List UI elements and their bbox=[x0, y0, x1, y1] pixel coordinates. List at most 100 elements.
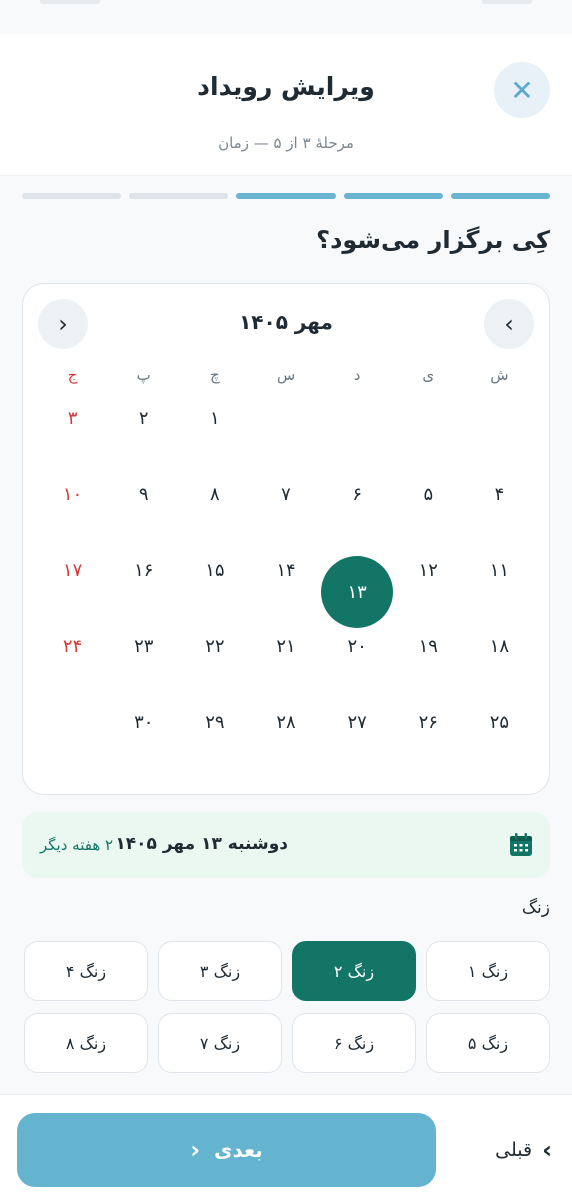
next-button[interactable]: بعدی ‹ bbox=[17, 1113, 436, 1187]
progress-segment bbox=[343, 193, 443, 199]
period-option[interactable]: زنگ ۷ bbox=[158, 1013, 282, 1073]
period-option[interactable]: زنگ ۲ bbox=[292, 941, 416, 1001]
day-number: ۲۵ bbox=[489, 712, 510, 733]
relative-date-text: ۲ هفته دیگر bbox=[40, 836, 114, 854]
calendar-day[interactable]: ۸ bbox=[179, 476, 250, 552]
next-button-label: بعدی bbox=[214, 1138, 263, 1162]
period-option[interactable]: زنگ ۸ bbox=[24, 1013, 148, 1073]
weekday-label: د bbox=[353, 366, 361, 384]
calendar-day[interactable]: ۲۸ bbox=[250, 704, 321, 780]
calendar: › مهر ۱۴۰۵ ‹ شیدسچپج ۱ ۲ ۳ ۴ ۵ ۶ ۷ ۸ ۹ ۱۰ ۱۱ ۱۲ ۱۳ ۱۴… bbox=[22, 283, 550, 795]
previous-button-label: قبلی bbox=[495, 1139, 533, 1161]
day-number: ۱۱ bbox=[489, 560, 510, 581]
calendar-empty-cell bbox=[464, 400, 535, 476]
day-number: ۵ bbox=[423, 484, 434, 505]
weekday-label: ی bbox=[422, 366, 435, 384]
step-subtitle: مرحلهٔ ۳ از ۵ — زمان bbox=[218, 134, 354, 152]
day-number: ۲۴ bbox=[62, 636, 83, 657]
day-number: ۱۰ bbox=[62, 484, 83, 505]
period-option[interactable]: زنگ ۳ bbox=[158, 941, 282, 1001]
calendar-day[interactable]: ۱۶ bbox=[108, 552, 179, 628]
day-number: ۲۰ bbox=[347, 636, 367, 657]
calendar-empty-cell bbox=[250, 400, 321, 476]
weekday-header: شیدسچپج bbox=[37, 366, 535, 390]
period-option[interactable]: زنگ ۵ bbox=[426, 1013, 550, 1073]
progress-segment bbox=[450, 193, 550, 199]
calendar-day[interactable]: ۲۳ bbox=[108, 628, 179, 704]
calendar-day[interactable]: ۲۹ bbox=[179, 704, 250, 780]
calendar-day[interactable]: ۱۷ bbox=[37, 552, 108, 628]
calendar-day[interactable]: ۱۹ bbox=[393, 628, 464, 704]
day-number: ۸ bbox=[210, 484, 220, 505]
calendar-day[interactable]: ۱ bbox=[179, 400, 250, 476]
calendar-day[interactable]: ۲۷ bbox=[322, 704, 393, 780]
chevron-left-icon: ‹ bbox=[190, 1136, 201, 1164]
calendar-day[interactable]: ۲۵ bbox=[464, 704, 535, 780]
day-number: ۲۶ bbox=[418, 712, 438, 733]
calendar-day[interactable]: ۱۵ bbox=[179, 552, 250, 628]
calendar-day[interactable]: ۱۴ bbox=[250, 552, 321, 628]
weekday-label: پ bbox=[136, 366, 151, 384]
calendar-icon bbox=[510, 833, 532, 856]
selected-date-summary: دوشنبه ۱۳ مهر ۱۴۰۵ ۲ هفته دیگر bbox=[22, 812, 550, 878]
day-number: ۷ bbox=[281, 484, 291, 505]
calendar-day[interactable]: ۱۲ bbox=[393, 552, 464, 628]
calendar-day[interactable]: ۴ bbox=[464, 476, 535, 552]
day-number: ۲۲ bbox=[205, 636, 225, 657]
day-number: ۶ bbox=[352, 484, 362, 505]
calendar-empty-cell bbox=[322, 400, 393, 476]
chevron-right-icon: › bbox=[542, 1136, 552, 1164]
period-option[interactable]: زنگ ۱ bbox=[426, 941, 550, 1001]
calendar-day[interactable]: ۲۲ bbox=[179, 628, 250, 704]
day-number: ۱۳ bbox=[321, 556, 394, 628]
calendar-day[interactable]: ۵ bbox=[393, 476, 464, 552]
period-option[interactable]: زنگ ۴ bbox=[24, 941, 148, 1001]
day-number: ۴ bbox=[494, 484, 505, 505]
day-number: ۱۷ bbox=[62, 560, 83, 581]
period-options: زنگ ۱ زنگ ۲ زنگ ۳ زنگ ۴ زنگ ۵ زنگ ۶ زنگ ۷ زنگ ۸ bbox=[22, 941, 550, 1073]
day-number: ۱۸ bbox=[489, 636, 510, 657]
calendar-day[interactable]: ۲۱ bbox=[250, 628, 321, 704]
calendar-day[interactable]: ۷ bbox=[250, 476, 321, 552]
day-number: ۱ bbox=[210, 408, 220, 429]
selected-date-text: دوشنبه ۱۳ مهر ۱۴۰۵ bbox=[115, 834, 288, 854]
calendar-days-grid: ۱ ۲ ۳ ۴ ۵ ۶ ۷ ۸ ۹ ۱۰ ۱۱ ۱۲ ۱۳ ۱۴ ۱۵ ۱۶ ۱۷ ۱۸ ۱۹ ۲۰ ۲۱ ۲۲ ۲۳ ۲۴ ۲… bbox=[37, 400, 535, 780]
weekday-label: ش bbox=[490, 366, 509, 384]
day-number: ۲۸ bbox=[276, 712, 296, 733]
day-number: ۲۳ bbox=[134, 636, 154, 657]
calendar-day[interactable]: ۲ bbox=[108, 400, 179, 476]
status-bar-icons bbox=[40, 0, 532, 6]
day-number: ۱۲ bbox=[418, 560, 438, 581]
day-number: ۱۵ bbox=[205, 560, 225, 581]
calendar-day[interactable]: ۱۸ bbox=[464, 628, 535, 704]
status-bar bbox=[0, 0, 572, 34]
calendar-day[interactable]: ۲۰ bbox=[322, 628, 393, 704]
calendar-day-selected[interactable]: ۱۳ bbox=[321, 552, 394, 628]
day-number: ۱۴ bbox=[276, 560, 296, 581]
period-section-label: زنگ bbox=[521, 898, 550, 918]
calendar-day[interactable]: ۳۰ bbox=[108, 704, 179, 780]
calendar-day[interactable]: ۱۰ bbox=[37, 476, 108, 552]
calendar-day[interactable]: ۳ bbox=[37, 400, 108, 476]
calendar-day[interactable]: ۲۴ bbox=[37, 628, 108, 704]
day-number: ۱۶ bbox=[134, 560, 154, 581]
calendar-day[interactable]: ۱۱ bbox=[464, 552, 535, 628]
page-title: ویرایش رویداد bbox=[197, 72, 375, 101]
question-heading: کِی برگزار می‌شود؟ bbox=[316, 226, 550, 254]
previous-month-button[interactable]: ‹ bbox=[38, 299, 88, 349]
calendar-day[interactable]: ۶ bbox=[322, 476, 393, 552]
month-label: مهر ۱۴۰۵ bbox=[239, 310, 333, 334]
calendar-empty-cell bbox=[37, 704, 108, 780]
day-number: ۳۰ bbox=[134, 712, 154, 733]
weekday-label: ج bbox=[67, 366, 78, 384]
period-option[interactable]: زنگ ۶ bbox=[292, 1013, 416, 1073]
day-number: ۲۷ bbox=[347, 712, 367, 733]
progress-segment bbox=[236, 193, 336, 199]
previous-button[interactable]: › قبلی bbox=[495, 1133, 552, 1167]
weekday-label: س bbox=[276, 366, 296, 384]
calendar-day[interactable]: ۲۶ bbox=[393, 704, 464, 780]
day-number: ۳ bbox=[67, 408, 78, 429]
calendar-day[interactable]: ۹ bbox=[108, 476, 179, 552]
step-progress-bar bbox=[21, 193, 550, 199]
day-number: ۱۹ bbox=[418, 636, 438, 657]
